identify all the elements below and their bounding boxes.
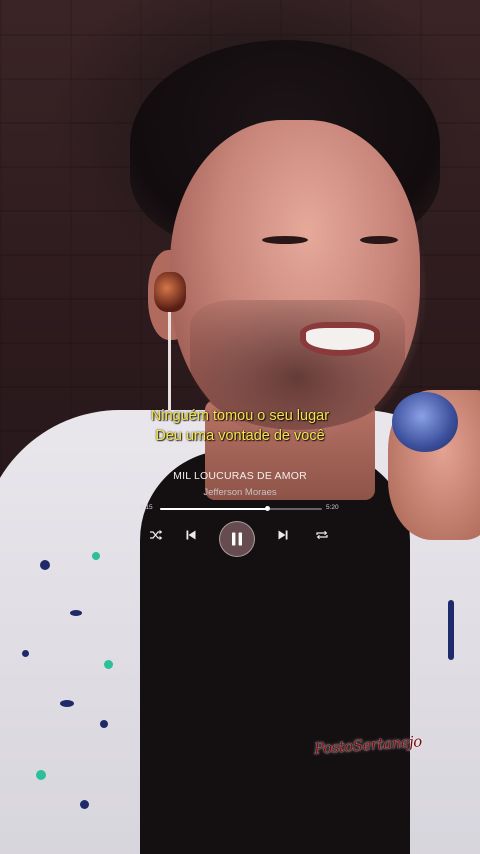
progress-bar[interactable] bbox=[160, 506, 322, 511]
lyrics-line-1: Ninguém tomou o seu lugar bbox=[150, 408, 330, 424]
total-time: 5:20 bbox=[326, 504, 339, 511]
paint-splatter bbox=[40, 560, 50, 570]
paint-splatter bbox=[70, 610, 82, 616]
paint-splatter bbox=[22, 650, 29, 657]
elapsed-time: 2:15 bbox=[140, 504, 153, 511]
song-artist: Jefferson Moraes bbox=[203, 487, 277, 498]
paint-splatter bbox=[100, 720, 108, 728]
progress-knob[interactable] bbox=[264, 506, 270, 511]
repeat-icon bbox=[316, 530, 328, 540]
right-eye bbox=[360, 236, 398, 244]
mouth bbox=[300, 322, 380, 356]
paint-splatter bbox=[60, 700, 74, 707]
previous-icon bbox=[186, 530, 196, 540]
paint-splatter bbox=[448, 600, 454, 660]
left-eye bbox=[262, 236, 308, 244]
previous-button[interactable] bbox=[186, 530, 196, 540]
in-ear-monitor bbox=[154, 272, 186, 312]
pause-icon bbox=[232, 532, 242, 546]
in-ear-monitor-wire bbox=[168, 300, 171, 420]
music-player: MIL LOUCURAS DE AMOR Jefferson Moraes 2:… bbox=[140, 462, 345, 562]
song-title: MIL LOUCURAS DE AMOR bbox=[173, 470, 307, 482]
paint-splatter bbox=[104, 660, 113, 669]
pause-button[interactable] bbox=[219, 521, 255, 557]
next-button[interactable] bbox=[278, 530, 288, 540]
paint-splatter bbox=[92, 552, 100, 560]
video-frame[interactable]: Ninguém tomou o seu lugar Deu uma vontad… bbox=[0, 0, 480, 854]
next-icon bbox=[278, 530, 288, 540]
repeat-button[interactable] bbox=[316, 530, 328, 540]
lyrics-line-2: Deu uma vontade de você bbox=[155, 428, 325, 444]
paint-splatter bbox=[80, 800, 89, 809]
shuffle-button[interactable] bbox=[150, 530, 162, 540]
shuffle-icon bbox=[150, 530, 162, 540]
paint-splatter bbox=[36, 770, 46, 780]
lyrics-overlay: Ninguém tomou o seu lugar Deu uma vontad… bbox=[0, 406, 480, 446]
progress-fill bbox=[160, 508, 267, 510]
